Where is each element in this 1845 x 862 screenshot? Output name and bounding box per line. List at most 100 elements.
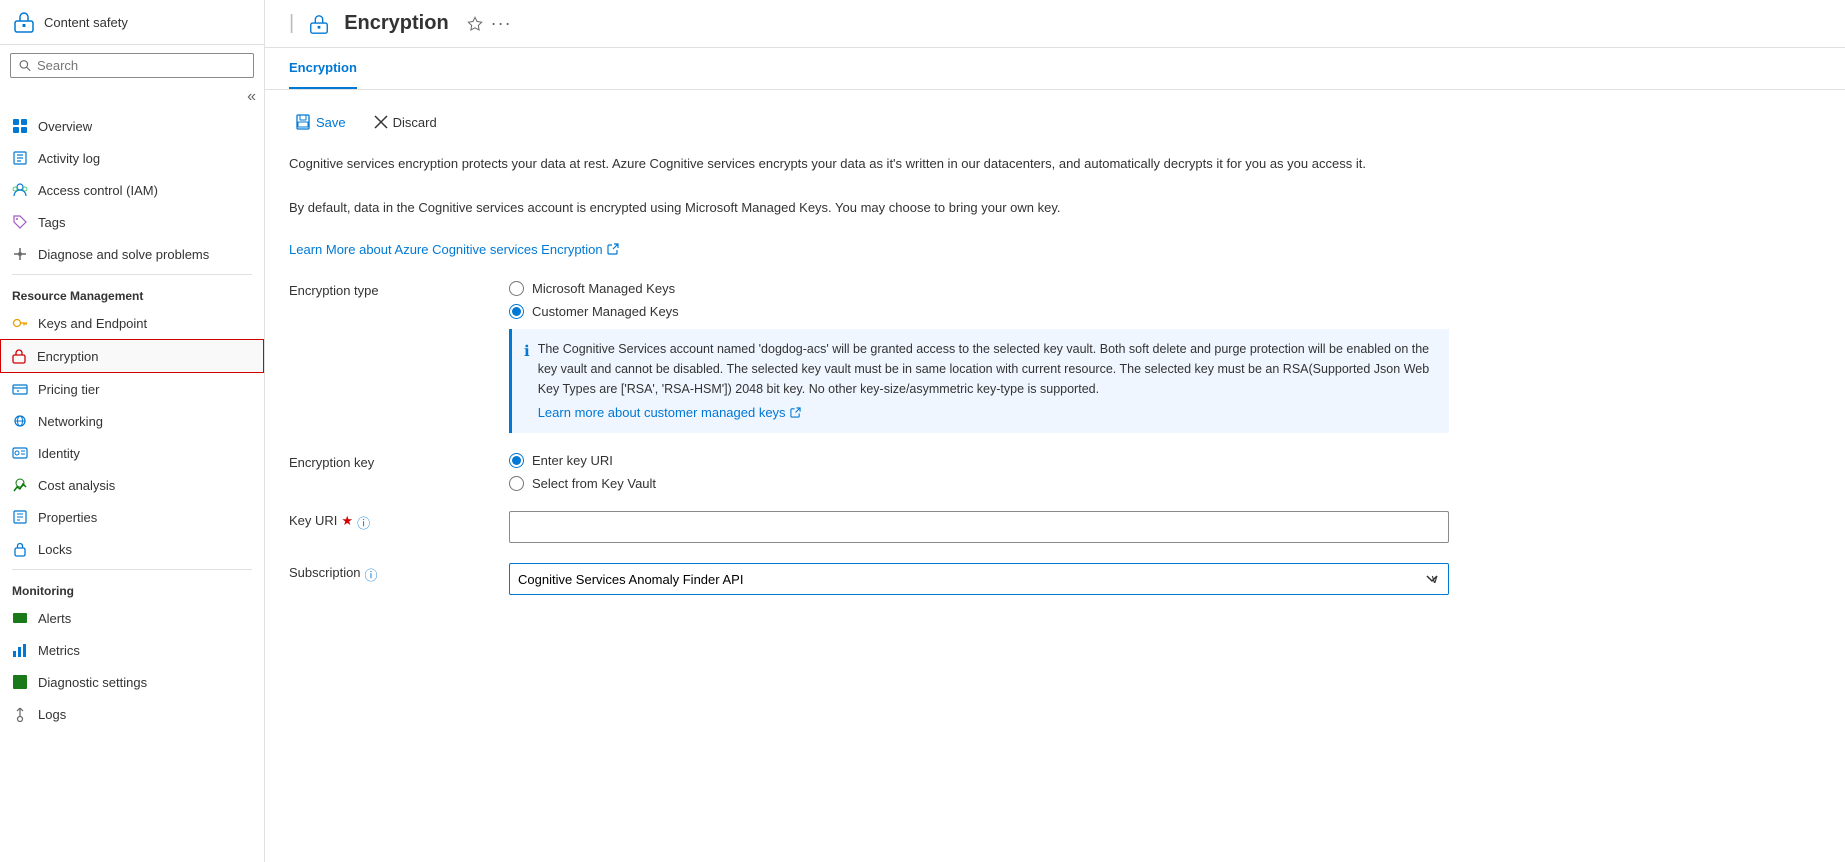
encryption-key-radio-group: Enter key URI Select from Key Vault <box>509 453 1469 491</box>
encryption-type-label: Encryption type <box>289 281 509 434</box>
sidebar-item-iam[interactable]: Access control (IAM) <box>0 174 264 206</box>
sidebar-item-identity[interactable]: Identity <box>0 437 264 469</box>
logs-icon <box>12 706 28 722</box>
logs-label: Logs <box>38 707 66 722</box>
sidebar-collapse-btn[interactable]: « <box>247 88 256 106</box>
cmk-external-link-icon <box>790 407 801 418</box>
overview-label: Overview <box>38 119 92 134</box>
page-title: Encryption <box>344 12 448 35</box>
description-2: By default, data in the Cognitive servic… <box>289 198 1489 219</box>
alerts-label: Alerts <box>38 611 71 626</box>
properties-icon <box>12 509 28 525</box>
cost-analysis-icon <box>12 477 28 493</box>
external-link-icon <box>607 243 619 255</box>
sidebar-item-logs[interactable]: Logs <box>0 698 264 730</box>
networking-icon <box>12 413 28 429</box>
sidebar-item-metrics[interactable]: Metrics <box>0 634 264 666</box>
star-icon <box>467 16 483 32</box>
monitoring-section: Monitoring <box>0 574 264 602</box>
save-icon <box>295 114 311 130</box>
pricing-tier-label: Pricing tier <box>38 382 99 397</box>
sidebar-item-activity-log[interactable]: Activity log <box>0 142 264 174</box>
encryption-nav-icon <box>11 348 27 364</box>
select-key-vault-radio[interactable] <box>509 476 524 491</box>
activity-log-label: Activity log <box>38 151 100 166</box>
keys-endpoint-label: Keys and Endpoint <box>38 316 147 331</box>
search-input[interactable] <box>37 58 245 73</box>
subscription-control: Cognitive Services Anomaly Finder API <box>509 563 1469 595</box>
sidebar-item-tags[interactable]: Tags <box>0 206 264 238</box>
key-uri-input[interactable] <box>509 511 1449 543</box>
search-box[interactable] <box>10 53 254 78</box>
microsoft-managed-label: Microsoft Managed Keys <box>532 281 675 296</box>
encryption-type-radio-group: Microsoft Managed Keys Customer Managed … <box>509 281 1469 319</box>
key-uri-section: Key URI ★ ⓘ <box>289 511 1821 543</box>
microsoft-managed-option[interactable]: Microsoft Managed Keys <box>509 281 1469 296</box>
select-key-vault-option[interactable]: Select from Key Vault <box>509 476 1469 491</box>
identity-icon <box>12 445 28 461</box>
metrics-label: Metrics <box>38 643 80 658</box>
microsoft-managed-radio[interactable] <box>509 281 524 296</box>
key-uri-label: Key URI ★ ⓘ <box>289 511 509 543</box>
sidebar-item-pricing-tier[interactable]: Pricing tier <box>0 373 264 405</box>
save-label: Save <box>316 115 346 130</box>
sidebar-item-networking[interactable]: Networking <box>0 405 264 437</box>
enter-key-uri-radio[interactable] <box>509 453 524 468</box>
customer-managed-option[interactable]: Customer Managed Keys <box>509 304 1469 319</box>
diagnostic-settings-icon <box>12 674 28 690</box>
locks-icon <box>12 541 28 557</box>
sidebar-item-alerts[interactable]: Alerts <box>0 602 264 634</box>
identity-label: Identity <box>38 446 80 461</box>
encryption-key-label: Encryption key <box>289 453 509 491</box>
sidebar-item-properties[interactable]: Properties <box>0 501 264 533</box>
diagnose-label: Diagnose and solve problems <box>38 247 209 262</box>
subscription-select-wrapper: Cognitive Services Anomaly Finder API <box>509 563 1449 595</box>
app-icon <box>12 10 36 34</box>
encryption-key-control: Enter key URI Select from Key Vault <box>509 453 1469 491</box>
discard-icon <box>374 115 388 129</box>
iam-icon <box>12 182 28 198</box>
cost-analysis-label: Cost analysis <box>38 478 115 493</box>
key-uri-control <box>509 511 1469 543</box>
resource-management-section: Resource Management <box>0 279 264 307</box>
encryption-key-section: Encryption key Enter key URI Select from… <box>289 453 1821 491</box>
subscription-select[interactable]: Cognitive Services Anomaly Finder API <box>509 563 1449 595</box>
sidebar-item-diagnostic-settings[interactable]: Diagnostic settings <box>0 666 264 698</box>
properties-label: Properties <box>38 510 97 525</box>
info-box: ℹ The Cognitive Services account named '… <box>509 329 1449 434</box>
key-uri-required-indicator: ★ <box>341 513 353 529</box>
sidebar-item-encryption[interactable]: Encryption <box>0 339 264 373</box>
learn-more-cmk-link[interactable]: Learn more about customer managed keys <box>538 403 801 424</box>
activity-log-icon <box>12 150 28 166</box>
toolbar: Save Discard <box>289 110 1821 134</box>
more-options-btn[interactable]: ··· <box>491 13 512 34</box>
sidebar-item-keys-endpoint[interactable]: Keys and Endpoint <box>0 307 264 339</box>
description-1: Cognitive services encryption protects y… <box>289 154 1489 175</box>
customer-managed-radio[interactable] <box>509 304 524 319</box>
info-box-content: The Cognitive Services account named 'do… <box>538 339 1437 424</box>
header-divider: | <box>289 12 294 35</box>
discard-label: Discard <box>393 115 437 130</box>
favorite-btn[interactable] <box>467 13 483 34</box>
sidebar-item-cost-analysis[interactable]: Cost analysis <box>0 469 264 501</box>
tags-icon <box>12 214 28 230</box>
sidebar-item-diagnose[interactable]: Diagnose and solve problems <box>0 238 264 270</box>
learn-more-encryption-link[interactable]: Learn More about Azure Cognitive service… <box>289 242 619 257</box>
tab-encryption[interactable]: Encryption <box>289 48 357 89</box>
diagnose-icon <box>12 246 28 262</box>
tab-bar: Encryption <box>265 48 1845 90</box>
app-name: Content safety <box>44 15 128 30</box>
sidebar-item-locks[interactable]: Locks <box>0 533 264 565</box>
save-button[interactable]: Save <box>289 110 352 134</box>
discard-button[interactable]: Discard <box>368 111 443 134</box>
select-key-vault-label: Select from Key Vault <box>532 476 656 491</box>
locks-label: Locks <box>38 542 72 557</box>
customer-managed-label: Customer Managed Keys <box>532 304 679 319</box>
enter-key-uri-option[interactable]: Enter key URI <box>509 453 1469 468</box>
sidebar-item-overview[interactable]: Overview <box>0 110 264 142</box>
overview-icon <box>12 118 28 134</box>
networking-label: Networking <box>38 414 103 429</box>
subscription-section: Subscription ⓘ Cognitive Services Anomal… <box>289 563 1821 595</box>
main-content: | Encryption ··· Encryption <box>265 0 1845 862</box>
resource-management-divider <box>12 274 252 275</box>
